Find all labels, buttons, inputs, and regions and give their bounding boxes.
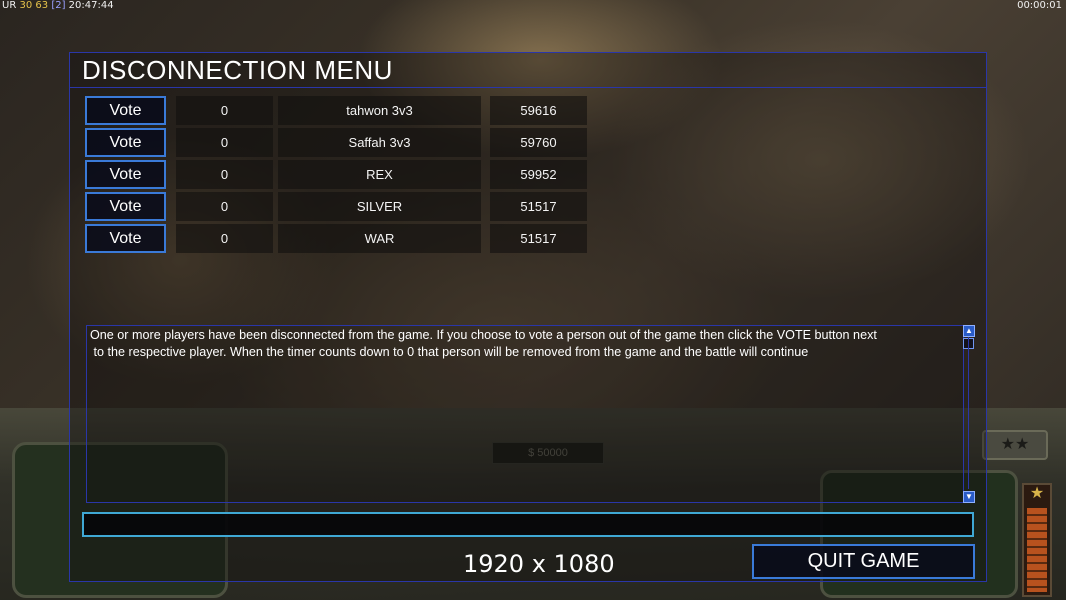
player-name: SILVER [278, 192, 481, 221]
player-timer: 59760 [490, 128, 587, 157]
vote-count: 0 [176, 96, 273, 125]
player-name: WAR [278, 224, 481, 253]
message-scrollbar[interactable]: ▲ ▼ [963, 325, 975, 503]
game-timer: 00:00:01 [1017, 0, 1062, 11]
player-name: tahwon 3v3 [278, 96, 481, 125]
message-line: One or more players have been disconnect… [90, 328, 877, 342]
vote-count: 0 [176, 224, 273, 253]
player-name: Saffah 3v3 [278, 128, 481, 157]
chat-input[interactable] [82, 512, 974, 537]
scroll-down-arrow-icon[interactable]: ▼ [963, 491, 975, 503]
player-timer: 51517 [490, 224, 587, 253]
scroll-up-arrow-icon[interactable]: ▲ [963, 325, 975, 337]
message-line: to the respective player. When the timer… [90, 345, 809, 359]
dialog-title: DISCONNECTION MENU [82, 55, 393, 85]
hud-stats: UR 30 63 [2] 20:47:44 [2, 0, 114, 11]
vote-count: 0 [176, 128, 273, 157]
title-divider [70, 87, 986, 88]
hud-value-b: 63 [35, 0, 49, 11]
vote-button[interactable]: Vote [85, 160, 166, 189]
message-box[interactable]: One or more players have been disconnect… [86, 325, 964, 503]
vote-count: 0 [176, 192, 273, 221]
player-timer: 59616 [490, 96, 587, 125]
vote-button[interactable]: Vote [85, 192, 166, 221]
disconnection-dialog: DISCONNECTION MENU Vote 0 tahwon 3v3 596… [69, 52, 987, 582]
hud-ur-label: UR [2, 0, 17, 11]
resolution-label: 1920 x 1080 [463, 550, 615, 578]
hud-clock: 20:47:44 [68, 0, 114, 11]
vote-count: 0 [176, 160, 273, 189]
vote-button[interactable]: Vote [85, 128, 166, 157]
star-icon: ★ [1029, 485, 1045, 502]
power-meter-fill [1027, 508, 1047, 592]
star-rank-icon: ★★ [982, 430, 1048, 460]
scroll-track[interactable] [968, 337, 969, 489]
message-text: One or more players have been disconnect… [90, 327, 962, 361]
player-timer: 51517 [490, 192, 587, 221]
player-timer: 59952 [490, 160, 587, 189]
power-meter: ★ [1022, 483, 1052, 597]
vote-button[interactable]: Vote [85, 224, 166, 253]
player-name: REX [278, 160, 481, 189]
quit-game-button[interactable]: QUIT GAME [752, 544, 975, 579]
hud-value-a: 30 [19, 0, 33, 11]
hud-value-c: [2] [51, 0, 66, 11]
vote-button[interactable]: Vote [85, 96, 166, 125]
